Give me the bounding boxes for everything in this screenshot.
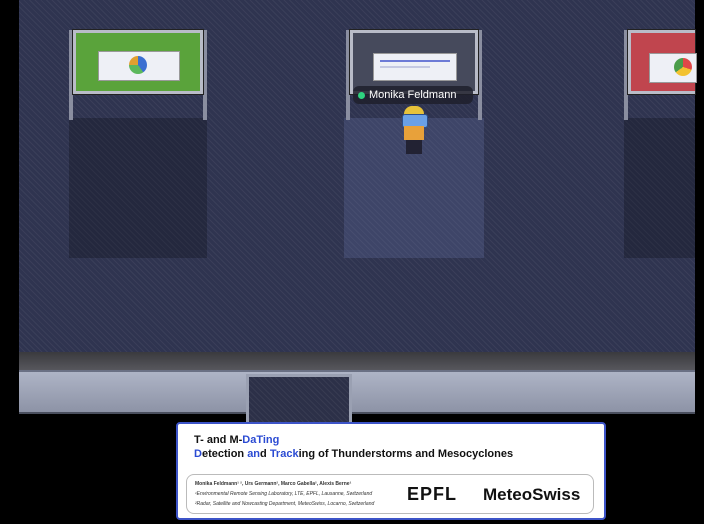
- epfl-logo: EPFL: [407, 484, 458, 504]
- board-post: [203, 30, 207, 120]
- ledge: [19, 370, 695, 414]
- poster-thumbnail: [649, 53, 697, 83]
- poster-title-line2: Detection and Tracking of Thunderstorms …: [194, 448, 514, 460]
- player-name: Monika Feldmann: [369, 89, 457, 101]
- thumbnail-line: [380, 66, 430, 68]
- poster-board-center[interactable]: [350, 30, 478, 94]
- doorway[interactable]: [246, 374, 352, 428]
- poster-area-right[interactable]: [624, 118, 695, 258]
- player-nameplate: Monika Feldmann: [353, 86, 473, 104]
- poster-info-card[interactable]: T- and M-DaTing Detection and Tracking o…: [176, 422, 606, 520]
- avatar-body: [404, 126, 424, 140]
- pie-thumbnail: [129, 56, 147, 74]
- poster-thumbnail: [98, 51, 180, 81]
- authors-box: Monika Feldmann¹ ², Urs Germann², Marco …: [186, 474, 594, 514]
- board-post: [478, 30, 482, 120]
- poster-area-left[interactable]: [69, 118, 207, 258]
- online-status-dot: [358, 91, 365, 99]
- poster-thumbnail: [373, 53, 457, 81]
- pie-thumbnail: [674, 58, 692, 76]
- poster-board-left[interactable]: [73, 30, 203, 94]
- affiliation-1: ¹Environmental Remote Sensing Laboratory…: [195, 491, 373, 497]
- affiliation-2: ²Radar, Satellite and Nowcasting Departm…: [195, 501, 375, 507]
- meteoswiss-logo: MeteoSwiss: [483, 485, 581, 504]
- thumbnail-line: [380, 60, 450, 62]
- wall: [19, 352, 695, 372]
- poster-board-right[interactable]: [628, 30, 697, 94]
- authors-text: Monika Feldmann¹ ², Urs Germann², Marco …: [195, 481, 352, 487]
- avatar-legs: [406, 140, 422, 154]
- player-avatar[interactable]: [398, 104, 430, 158]
- poster-title-line1: T- and M-DaTing: [194, 434, 280, 446]
